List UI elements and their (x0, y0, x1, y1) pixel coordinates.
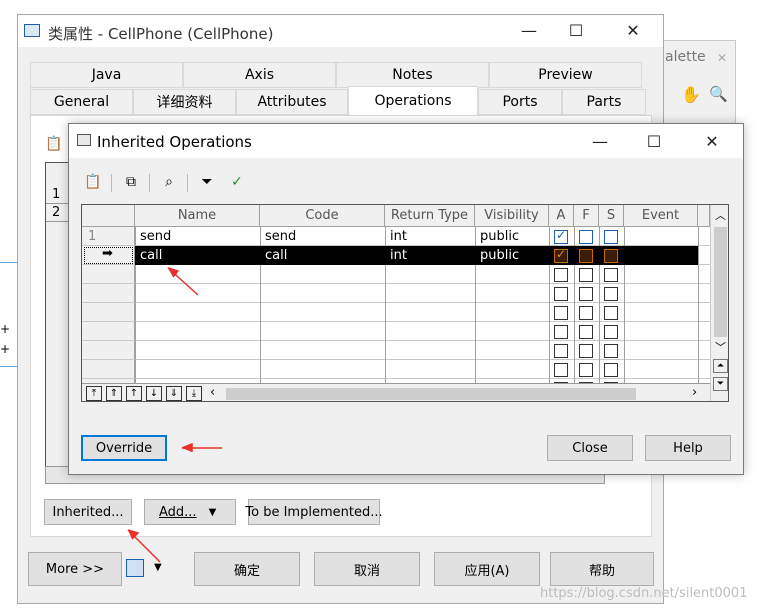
annotation-arrows (127, 267, 222, 563)
watermark: https://blog.csdn.net/silent0001 (540, 586, 748, 601)
annotation-arrowhead (181, 442, 193, 452)
